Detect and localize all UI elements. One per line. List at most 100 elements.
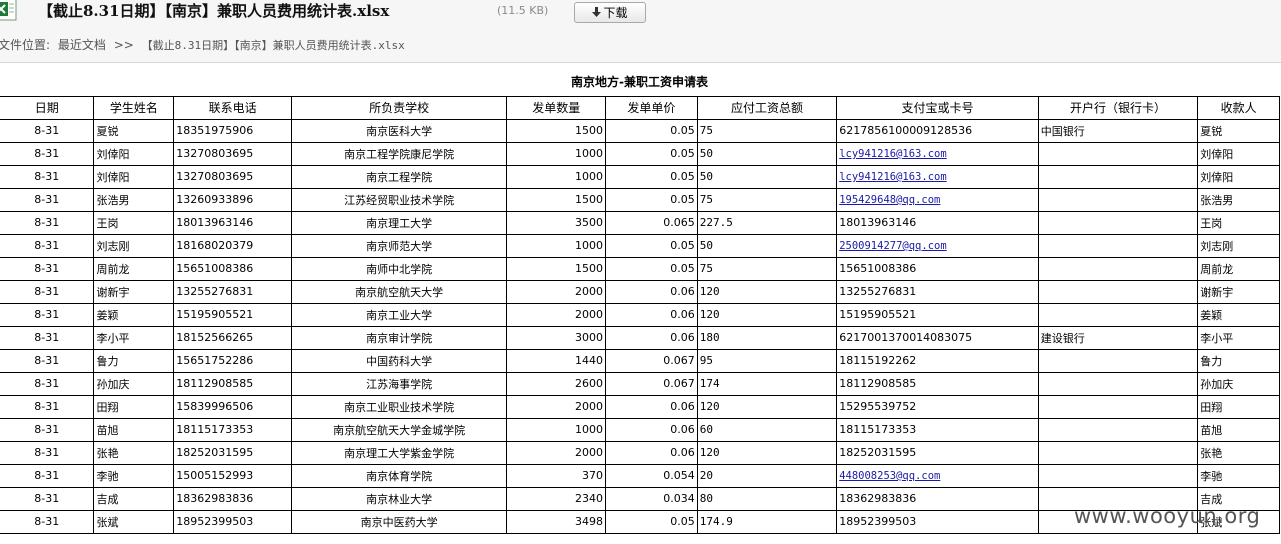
phone-cell: 18952399503 — [173, 509, 292, 534]
phone-cell: 15651752286 — [173, 348, 292, 373]
school-cell: 南京医科大学 — [290, 118, 508, 143]
table-row: 8-31 张艳 18252031595 南京理工大学紫金学院 2000 0.06 120 18… — [0, 440, 1280, 465]
total-pay-cell: 95 — [696, 348, 838, 373]
table-row: 8-31 孙加庆 18112908585 江苏海事学院 2600 0.067 174 1811… — [0, 371, 1280, 396]
table-row: 8-31 王岗 18013963146 南京理工大学 3500 0.065 227.5 180… — [0, 210, 1280, 235]
bank-cell — [1037, 394, 1199, 419]
spreadsheet-preview[interactable]: 南京地方-兼职工资申请表 日期 学生姓名 联系电话 所负责学校 发单数量 发单单价 应付工资… — [0, 64, 1281, 544]
name-cell: 苗旭 — [93, 417, 175, 442]
table-row: 8-31 田翔 15839996506 南京工业职业技术学院 2000 0.06 120 15… — [0, 394, 1280, 419]
quantity-cell: 1500 — [506, 118, 607, 143]
name-cell: 张艳 — [93, 440, 175, 465]
payee-cell: 周前龙 — [1197, 256, 1280, 281]
unit-price-cell: 0.06 — [605, 417, 698, 442]
school-cell: 南京工业职业技术学院 — [290, 394, 508, 419]
bank-cell — [1037, 141, 1199, 166]
name-cell: 周前龙 — [93, 256, 175, 281]
date-cell: 8-31 — [0, 325, 95, 350]
quantity-cell: 2000 — [506, 440, 607, 465]
quantity-cell: 1000 — [506, 417, 607, 442]
unit-price-cell: 0.054 — [605, 463, 698, 488]
payee-cell: 鲁力 — [1197, 348, 1280, 373]
breadcrumb-folder[interactable]: 最近文档 — [58, 38, 106, 52]
payee-cell: 李驰 — [1197, 463, 1280, 488]
total-pay-cell: 75 — [696, 118, 838, 143]
file-size: (11.5 KB) — [497, 4, 549, 17]
column-header: 开户行（银行卡） — [1037, 95, 1199, 120]
quantity-cell: 370 — [506, 463, 607, 488]
account-link[interactable]: 2500914277@qq.com — [839, 240, 946, 252]
account-link[interactable]: 195429648@qq.com — [839, 194, 940, 206]
column-header: 日期 — [0, 95, 95, 120]
account-cell: 15295539752 — [836, 394, 1039, 419]
school-cell: 南京体育学院 — [290, 463, 508, 488]
account-link[interactable]: lcy941216@163.com — [839, 148, 946, 160]
total-pay-cell: 75 — [696, 187, 838, 212]
bank-cell — [1037, 164, 1199, 189]
table-row: 8-31 夏锐 18351975906 南京医科大学 1500 0.05 75 6217856… — [0, 118, 1280, 143]
quantity-cell: 1000 — [506, 164, 607, 189]
column-header: 联系电话 — [173, 95, 292, 120]
unit-price-cell: 0.034 — [605, 486, 698, 511]
bank-cell — [1037, 256, 1199, 281]
date-cell: 8-31 — [0, 509, 95, 534]
school-cell: 南京中医药大学 — [290, 509, 508, 534]
phone-cell: 13255276831 — [173, 279, 292, 304]
quantity-cell: 1000 — [506, 141, 607, 166]
download-label: 下载 — [603, 6, 628, 20]
school-cell: 南京师范大学 — [290, 233, 508, 258]
unit-price-cell: 0.05 — [605, 187, 698, 212]
account-cell: 15195905521 — [836, 302, 1039, 327]
date-cell: 8-31 — [0, 463, 95, 488]
excel-file-icon — [0, 0, 18, 22]
school-cell: 江苏经贸职业技术学院 — [290, 187, 508, 212]
bank-cell: 中国银行 — [1037, 118, 1199, 143]
table-row: 8-31 张浩男 13260933896 江苏经贸职业技术学院 1500 0.05 75 19… — [0, 187, 1280, 212]
unit-price-cell: 0.067 — [605, 348, 698, 373]
account-link[interactable]: 448008253@qq.com — [839, 470, 940, 482]
name-cell: 刘志刚 — [93, 233, 175, 258]
date-cell: 8-31 — [0, 141, 95, 166]
total-pay-cell: 120 — [696, 279, 838, 304]
school-cell: 江苏海事学院 — [290, 371, 508, 396]
breadcrumb-file: 【截止8.31日期】【南京】兼职人员费用统计表.xlsx — [141, 39, 405, 52]
date-cell: 8-31 — [0, 164, 95, 189]
date-cell: 8-31 — [0, 371, 95, 396]
name-cell: 田翔 — [93, 394, 175, 419]
date-cell: 8-31 — [0, 187, 95, 212]
sheet-caption: 南京地方-兼职工资申请表 — [571, 75, 708, 90]
payee-cell: 孙加庆 — [1197, 371, 1280, 396]
phone-cell: 18351975906 — [173, 118, 292, 143]
unit-price-cell: 0.06 — [605, 302, 698, 327]
name-cell: 张浩男 — [93, 187, 175, 212]
name-cell: 姜颖 — [93, 302, 175, 327]
account-cell: 13255276831 — [836, 279, 1039, 304]
breadcrumb-separator: >> — [113, 38, 134, 52]
account-link[interactable]: lcy941216@163.com — [839, 171, 946, 183]
name-cell: 夏锐 — [93, 118, 175, 143]
bank-cell: 建设银行 — [1037, 325, 1199, 350]
table-row: 8-31 姜颖 15195905521 南京工业大学 2000 0.06 120 151959… — [0, 302, 1280, 327]
payee-cell: 王岗 — [1197, 210, 1280, 235]
bank-cell — [1037, 348, 1199, 373]
quantity-cell: 1440 — [506, 348, 607, 373]
quantity-cell: 2000 — [506, 394, 607, 419]
total-pay-cell: 50 — [696, 164, 838, 189]
payee-cell: 刘倖阳 — [1197, 141, 1280, 166]
unit-price-cell: 0.05 — [605, 118, 698, 143]
bank-cell — [1037, 417, 1199, 442]
date-cell: 8-31 — [0, 118, 95, 143]
phone-cell: 13270803695 — [173, 141, 292, 166]
download-arrow-icon — [592, 5, 602, 25]
account-cell: 18952399503 — [836, 509, 1039, 534]
bank-cell — [1037, 371, 1199, 396]
date-cell: 8-31 — [0, 348, 95, 373]
account-cell: lcy941216@163.com — [836, 164, 1039, 189]
quantity-cell: 3500 — [506, 210, 607, 235]
payee-cell: 夏锐 — [1197, 118, 1280, 143]
download-button[interactable]: 下载 — [574, 2, 646, 23]
payee-cell: 张艳 — [1197, 440, 1280, 465]
column-header: 学生姓名 — [93, 95, 175, 120]
quantity-cell: 2000 — [506, 302, 607, 327]
payee-cell: 苗旭 — [1197, 417, 1280, 442]
